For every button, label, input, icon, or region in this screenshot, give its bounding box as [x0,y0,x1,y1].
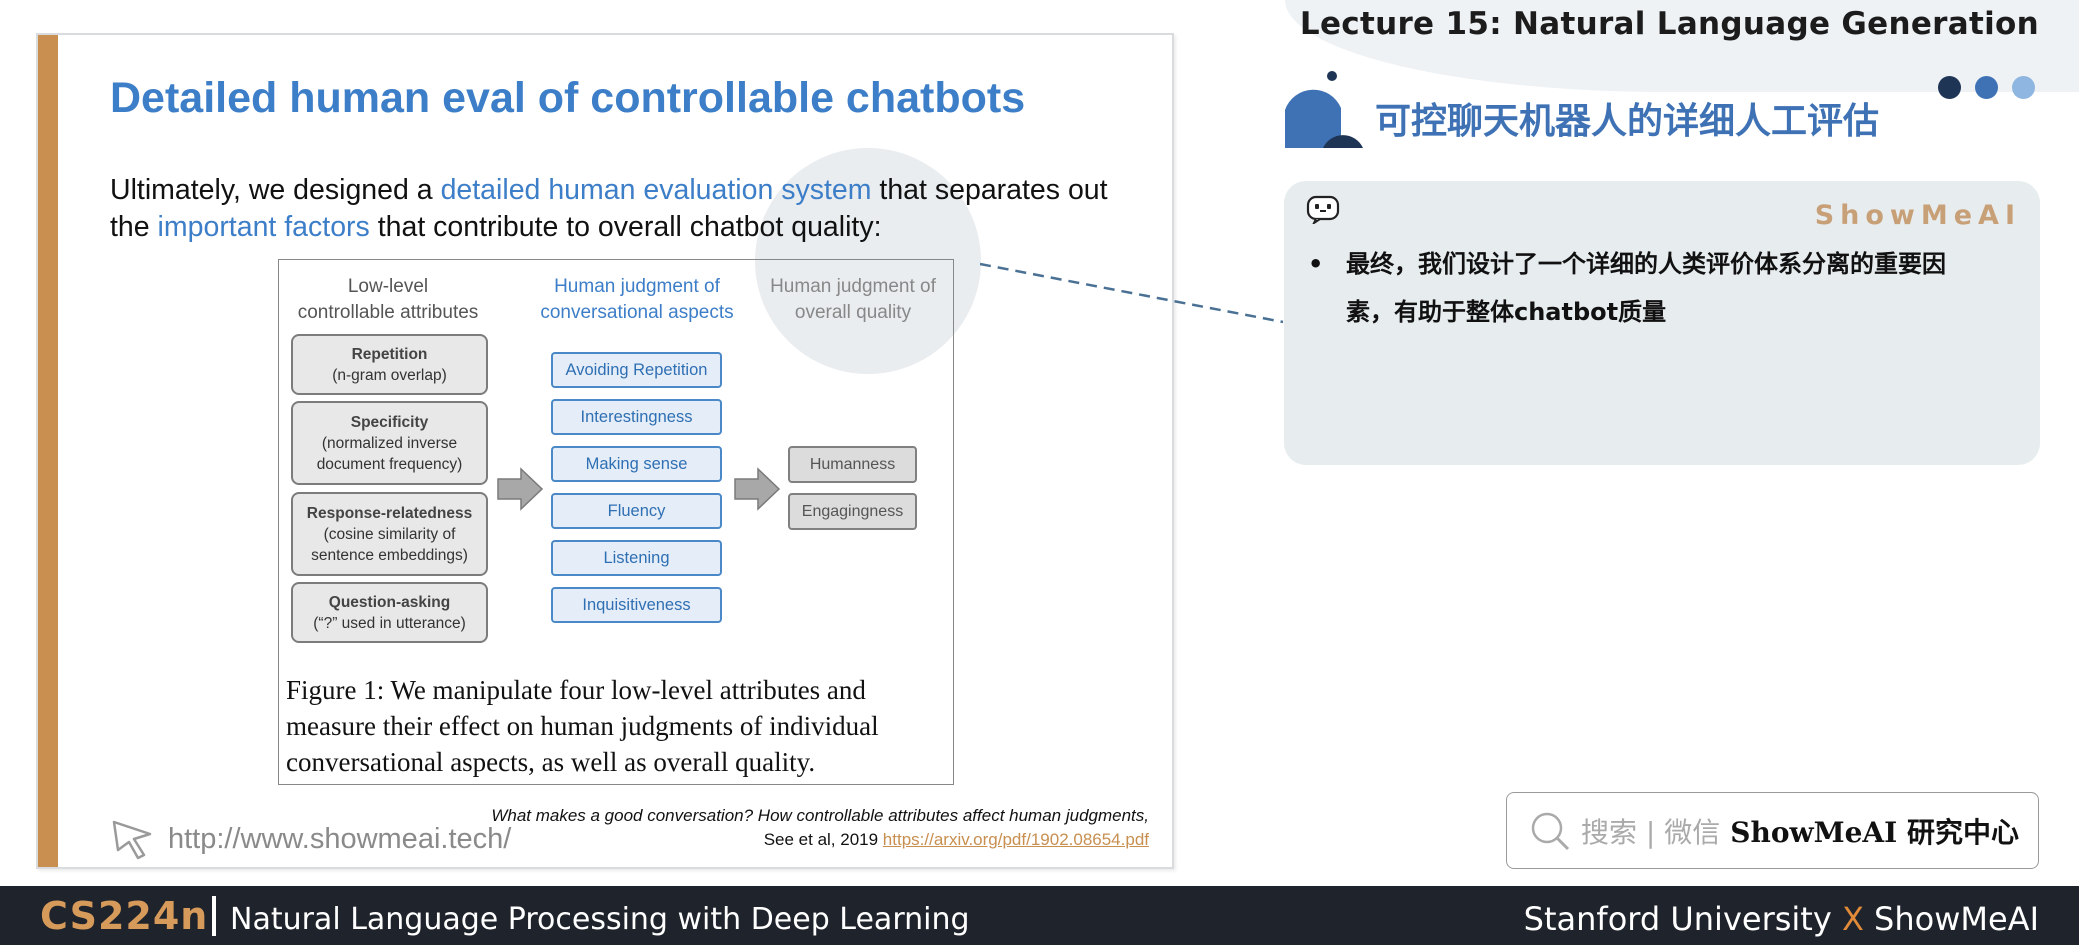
callout-connector [980,262,1284,324]
decor-dots [1938,76,2035,99]
attribute-name: Repetition [351,345,428,363]
lecture-title: Lecture 15: Natural Language Generation [1299,6,2039,42]
slide-title: Detailed human eval of controllable chat… [110,74,1026,122]
credit-text: Stanford University [1523,900,1842,938]
search-box[interactable]: 搜索 | 微信 ShowMeAI 研究中心 [1506,792,2039,869]
arrow-right-icon [497,467,544,511]
attribute-box-repetition: Repetition (n-gram overlap) [291,334,488,395]
header-line: Human judgment of [554,276,720,297]
header-line: conversational aspects [540,302,734,323]
bullet: • [1308,250,1324,278]
aspect-box: Listening [551,540,722,576]
overall-box: Engagingness [788,493,917,530]
course-code: CS224n [40,894,209,938]
body-text: Ultimately, we designed a [110,174,441,206]
decor-dot [1938,76,1961,99]
search-hint: 搜索 | 微信 [1581,815,1721,849]
aspect-box: Making sense [551,446,722,482]
citation-reference: What makes a good conversation? How cont… [491,806,1149,825]
footer-divider [212,896,216,936]
decor-dot [2012,76,2035,99]
search-brand: ShowMeAI 研究中心 [1730,815,2019,849]
credit-x: X [1841,900,1864,938]
robot-face-icon [1306,195,1340,224]
course-name: Natural Language Processing with Deep Le… [230,902,970,937]
citation-link[interactable]: https://arxiv.org/pdf/1902.08654.pdf [883,830,1149,849]
slide-accent-bar [38,35,58,867]
slide-body-text: Ultimately, we designed a detailed human… [110,172,1150,246]
arrow-right-icon [734,467,781,511]
attribute-desc: (normalized inverse [321,434,458,452]
site-link[interactable]: http://www.showmeai.tech/ [110,818,511,860]
citation: What makes a good conversation? How cont… [491,804,1149,852]
header-line: Low-level [347,276,429,297]
site-url: http://www.showmeai.tech/ [168,822,512,855]
attribute-box-response-relatedness: Response-relatedness (cosine similarity … [291,492,488,576]
attribute-desc: (n-gram overlap) [332,366,447,384]
header-line: Human judgment of [770,276,936,297]
attribute-box-question-asking: Question-asking (“?” used in utterance) [291,582,488,643]
body-text: that contribute to overall chatbot quali… [369,211,882,243]
footer-credit: Stanford University X ShowMeAI [1524,900,2039,938]
note-text: • 最终，我们设计了一个详细的人类评价体系分离的重要因 素，有助于整体chatbo… [1308,240,2020,336]
aspect-box: Interestingness [551,399,722,435]
header-line: overall quality [794,302,912,323]
body-highlight: important factors [157,211,370,243]
chinese-title: 可控聊天机器人的详细人工评估 [1375,101,1880,142]
note-brand: ShowMeAI [1814,200,2021,231]
attribute-name: Response-relatedness [306,504,473,522]
aspect-box: Fluency [551,493,722,529]
search-icon [1531,812,1570,850]
overall-box: Humanness [788,446,917,483]
cursor-pointer-icon [112,820,152,860]
aspect-box: Inquisitiveness [551,587,722,623]
attribute-desc: (“?” used in utterance) [313,614,466,632]
figure-caption: Figure 1: We manipulate four low-level a… [286,675,879,777]
note-line: 素，有助于整体chatbot质量 [1346,298,1667,326]
column-header-low-level: Low-level controllable attributes [278,274,498,326]
citation-author: See et al, 2019 [763,830,883,849]
attribute-box-specificity: Specificity (normalized inverse document… [291,401,488,485]
citation-line: See et al, 2019 https://arxiv.org/pdf/19… [491,828,1149,852]
attribute-desc: (cosine similarity of [323,525,456,543]
column-header-conversational: Human judgment of conversational aspects [528,274,746,326]
attribute-name: Specificity [350,413,429,431]
attribute-desc: sentence embeddings) [311,546,468,564]
body-highlight: detailed human evaluation system [440,174,872,206]
header-line: controllable attributes [297,302,479,323]
decor-dot [1975,76,1998,99]
attribute-name: Question-asking [328,593,451,611]
aspect-box: Avoiding Repetition [551,352,722,388]
title-decoration-icon [1285,71,1363,148]
attribute-desc: document frequency) [316,455,463,473]
credit-text: ShowMeAI [1863,900,2039,938]
column-header-overall: Human judgment of overall quality [748,274,958,326]
note-line: 最终，我们设计了一个详细的人类评价体系分离的重要因 [1346,250,1946,278]
